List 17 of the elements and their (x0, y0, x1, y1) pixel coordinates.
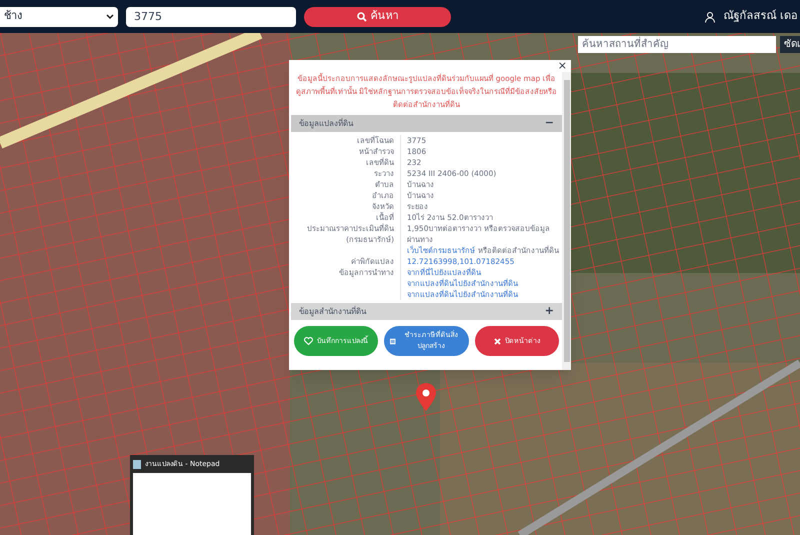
notepad-icon (133, 460, 141, 468)
section-header[interactable]: ข้อมูลสำนักงานที่ดิน + (291, 303, 562, 320)
heart-icon (304, 337, 314, 345)
side-button[interactable]: ซัดเ (780, 36, 800, 53)
user-icon (704, 10, 716, 22)
chevron-down-icon (106, 14, 114, 20)
district-select[interactable]: ช้าง (0, 6, 118, 26)
search-button[interactable]: ค้นหา (304, 6, 451, 26)
location-pin-icon (416, 383, 436, 411)
user-name[interactable]: ณัฐกัลสรณ์ เดอ (724, 8, 798, 25)
close-button[interactable]: × (558, 60, 567, 72)
close-icon (494, 338, 501, 344)
section-header[interactable]: ข้อมูลแปลงที่ดิน − (291, 115, 562, 132)
search-icon (356, 12, 366, 22)
place-search-field[interactable]: ค้นหาสถานที่สำคัญ (578, 36, 776, 53)
parcel-number-field[interactable]: 3775 (126, 6, 296, 26)
list-icon (390, 338, 396, 344)
